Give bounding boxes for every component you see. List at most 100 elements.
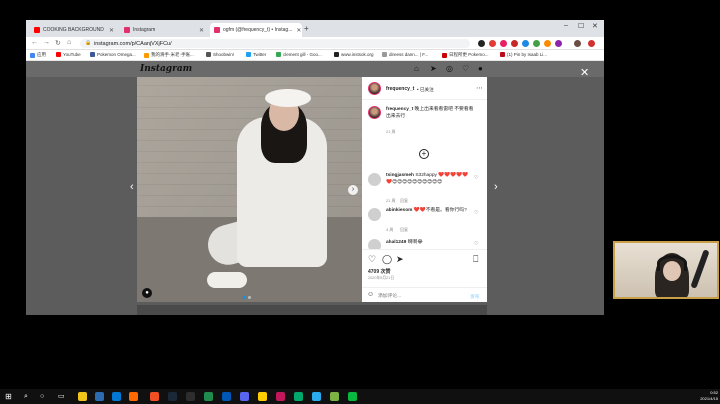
minimize-icon[interactable]: – xyxy=(564,22,568,29)
likes-count[interactable]: 4709 次赞 xyxy=(368,268,391,275)
bookmark-item[interactable]: (1) Pin by Isaab Li... xyxy=(500,52,547,57)
taskbar-app-icon[interactable] xyxy=(330,392,339,401)
close-icon[interactable]: ✕ xyxy=(105,27,114,34)
taskbar-app-icon[interactable] xyxy=(294,392,303,401)
taskbar-app-icon[interactable] xyxy=(168,392,177,401)
bookmark-item[interactable]: YouTube xyxy=(56,52,81,57)
instagram-logo[interactable]: Instagram xyxy=(140,64,192,74)
profile-avatar[interactable] xyxy=(574,40,581,47)
bookmark-item[interactable]: Pokemon Omega... xyxy=(90,52,136,57)
share-icon[interactable]: ➤ xyxy=(396,254,404,265)
taskbar-app-icon[interactable] xyxy=(78,392,87,401)
carousel-dot xyxy=(243,296,246,299)
close-icon[interactable]: ✕ xyxy=(195,27,204,34)
instagram-header: Instagram ⌂ ➤ ◎ ♡ ● xyxy=(26,61,604,77)
close-icon[interactable]: ✕ xyxy=(292,27,301,34)
taskbar-app-icon[interactable] xyxy=(186,392,195,401)
taskbar-app-icon[interactable] xyxy=(95,392,104,401)
carousel-dot xyxy=(248,296,251,299)
extension-icon[interactable] xyxy=(511,40,518,47)
taskbar-app-icon[interactable] xyxy=(129,392,138,401)
avatar[interactable] xyxy=(368,106,381,119)
emoji-icon[interactable]: ☺ xyxy=(367,291,374,298)
taskbar-app-icon[interactable] xyxy=(258,392,267,401)
bookmark-item[interactable]: clement gill - Goo... xyxy=(276,52,322,57)
home-icon[interactable]: ⌂ xyxy=(67,39,71,46)
back-arrow-icon[interactable]: ← xyxy=(31,39,38,46)
tab-cooking-background[interactable]: COOKING BACKGROUND ✕ xyxy=(30,23,118,37)
extension-icon[interactable] xyxy=(489,40,496,47)
new-tab-button[interactable]: + xyxy=(304,24,309,33)
load-more-comments-button[interactable]: + xyxy=(419,149,429,159)
system-clock[interactable]: 0:52 2021/4/15 xyxy=(680,390,718,402)
taskbar-app-icon[interactable] xyxy=(204,392,213,401)
user-tag-icon[interactable]: ● xyxy=(142,288,152,298)
window-close-icon[interactable]: ✕ xyxy=(592,22,598,30)
comment-username[interactable]: ahal1249 xyxy=(386,240,406,245)
reload-icon[interactable]: ↻ xyxy=(55,39,61,47)
bookmark-item[interactable]: 我的滑手·米老·手账... xyxy=(144,52,194,58)
taskbar-app-icon[interactable] xyxy=(240,392,249,401)
post-username[interactable]: frequency_t xyxy=(386,86,414,92)
desktop: COOKING BACKGROUND ✕ Instagram ✕ ogfm (@… xyxy=(0,0,720,404)
caption-username[interactable]: frequency_t xyxy=(386,107,413,112)
forward-arrow-icon[interactable]: → xyxy=(43,39,50,46)
bookmark-item[interactable]: www.instsok.org xyxy=(334,52,374,57)
explore-icon[interactable]: ◎ xyxy=(446,64,453,73)
windows-start-icon[interactable]: ⊞ xyxy=(5,392,12,401)
post-photo[interactable]: › ● xyxy=(137,77,362,302)
profile-icon[interactable]: ● xyxy=(478,64,483,73)
cortana-icon[interactable]: ○ xyxy=(40,392,49,401)
instagram-page: Instagram ⌂ ➤ ◎ ♡ ● ✕ ‹ › › ● frequency_… xyxy=(26,61,604,315)
menu-icon[interactable] xyxy=(588,40,595,47)
taskbar-app-icon[interactable] xyxy=(276,392,285,401)
post-comment-button[interactable]: 发布 xyxy=(470,293,480,300)
extension-icon[interactable] xyxy=(555,40,562,47)
tab-frequency-post[interactable]: ogfm (@frequency_t) • Instag... ✕ xyxy=(210,23,302,37)
taskbar-app-icon[interactable] xyxy=(222,392,231,401)
close-icon[interactable]: ✕ xyxy=(580,66,589,79)
taskbar-app-icon[interactable] xyxy=(150,392,159,401)
comment-icon[interactable]: ◯ xyxy=(382,254,392,265)
next-post-icon[interactable]: › xyxy=(494,181,498,193)
reply-link[interactable]: 回复 xyxy=(400,227,408,233)
bookmark-item[interactable]: 应用 xyxy=(30,52,46,58)
avatar[interactable] xyxy=(368,82,381,95)
search-icon[interactable]: ⌕ xyxy=(24,392,33,401)
home-icon[interactable]: ⌂ xyxy=(414,64,419,73)
maximize-icon[interactable]: ☐ xyxy=(578,22,584,30)
reply-link[interactable]: 回复 xyxy=(400,198,408,204)
carousel-next-icon[interactable]: › xyxy=(348,185,358,195)
like-comment-icon[interactable]: ♡ xyxy=(474,210,478,216)
follow-state[interactable]: • 已关注 xyxy=(417,87,434,93)
extension-icon[interactable] xyxy=(522,40,529,47)
bookmark-item[interactable]: Shoobwin! xyxy=(206,52,234,57)
taskbar-app-icon[interactable] xyxy=(112,392,121,401)
comment-input[interactable] xyxy=(378,292,458,300)
bookmark-icon[interactable]: ⎕ xyxy=(473,254,478,265)
bookmark-item[interactable]: direess dann... | F... xyxy=(382,52,428,57)
task-view-icon[interactable]: ▭ xyxy=(58,392,67,401)
like-comment-icon[interactable]: ♡ xyxy=(474,175,478,181)
activity-icon[interactable]: ♡ xyxy=(462,64,469,73)
extension-icon[interactable] xyxy=(500,40,507,47)
tab-instagram[interactable]: Instagram ✕ xyxy=(120,23,208,37)
comment-username[interactable]: abinkiesom xyxy=(386,208,412,213)
more-options-icon[interactable]: ⋯ xyxy=(476,84,483,92)
previous-post-icon[interactable]: ‹ xyxy=(130,181,134,193)
direct-icon[interactable]: ➤ xyxy=(430,64,437,73)
extension-icon[interactable] xyxy=(533,40,540,47)
headphones-icon xyxy=(657,255,687,271)
taskbar-app-icon[interactable] xyxy=(348,392,357,401)
taskbar-app-icon[interactable] xyxy=(312,392,321,401)
like-icon[interactable]: ♡ xyxy=(368,254,376,265)
like-comment-icon[interactable]: ♡ xyxy=(474,241,478,247)
comment-username[interactable]: tsingjasmeh xyxy=(386,173,414,178)
bookmark-item[interactable]: 日程所更 Pokemo... xyxy=(442,52,489,58)
avatar[interactable] xyxy=(368,173,381,186)
avatar[interactable] xyxy=(368,208,381,221)
extension-icon[interactable] xyxy=(544,40,551,47)
extension-icon[interactable] xyxy=(478,40,485,47)
bookmark-item[interactable]: Twitter xyxy=(246,52,266,57)
address-bar[interactable]: 🔒 instagram.com/p/CAanjVXjFCu/ xyxy=(80,39,470,48)
